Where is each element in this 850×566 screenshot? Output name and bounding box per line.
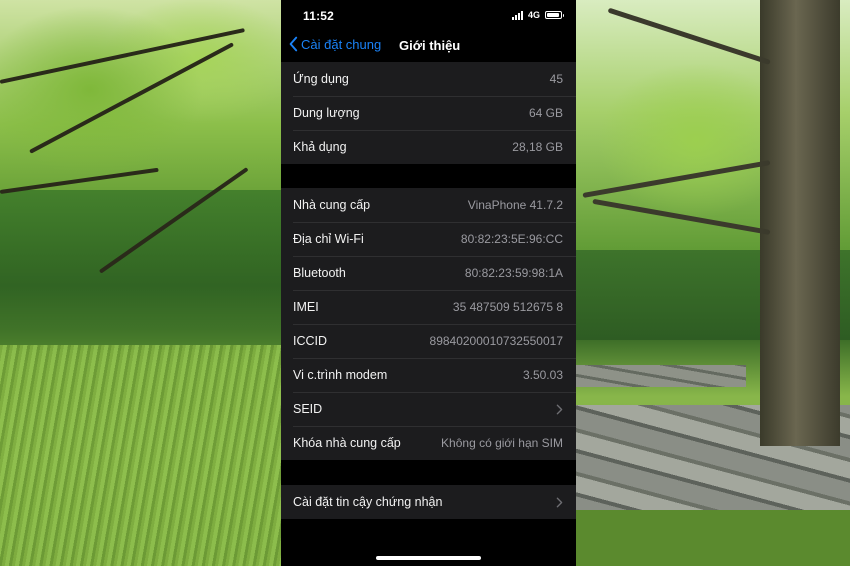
row-seid[interactable]: SEID: [281, 392, 576, 426]
phone-screen: 11:52 4G Cài đặt chung Giới thiệu Ứng dụ…: [281, 0, 576, 566]
settings-group-network: Nhà cung cấp VinaPhone 41.7.2 Địa chỉ Wi…: [281, 188, 576, 460]
background-ground: [576, 510, 850, 566]
row-available: Khả dụng 28,18 GB: [281, 130, 576, 164]
row-value: 28,18 GB: [512, 140, 563, 154]
row-label: Vi c.trình modem: [293, 368, 388, 382]
home-indicator[interactable]: [376, 556, 481, 560]
row-modem-firmware: Vi c.trình modem 3.50.03: [281, 358, 576, 392]
row-capacity: Dung lượng 64 GB: [281, 96, 576, 130]
row-label: Khóa nhà cung cấp: [293, 436, 401, 450]
back-button[interactable]: Cài đặt chung: [287, 36, 381, 52]
background-right-scenery: [576, 0, 850, 566]
battery-icon: [545, 11, 564, 19]
row-value: VinaPhone 41.7.2: [467, 198, 563, 212]
row-value: 45: [549, 72, 563, 86]
row-label: Bluetooth: [293, 266, 346, 280]
settings-group-storage: Ứng dụng 45 Dung lượng 64 GB Khả dụng 28…: [281, 62, 576, 164]
row-carrier-lock: Khóa nhà cung cấp Không có giới hạn SIM: [281, 426, 576, 460]
row-value: 3.50.03: [522, 368, 563, 382]
navigation-bar: Cài đặt chung Giới thiệu: [281, 32, 576, 62]
row-bluetooth: Bluetooth 80:82:23:59:98:1A: [281, 256, 576, 290]
row-value: Không có giới hạn SIM: [441, 436, 563, 450]
row-label: Ứng dụng: [293, 72, 349, 86]
row-apps: Ứng dụng 45: [281, 62, 576, 96]
status-time: 11:52: [303, 9, 335, 23]
row-iccid: ICCID 8984020001073255001​7: [281, 324, 576, 358]
background-grass: [0, 345, 281, 566]
settings-list[interactable]: Ứng dụng 45 Dung lượng 64 GB Khả dụng 28…: [281, 62, 576, 566]
background-left-scenery: [0, 0, 281, 566]
chevron-right-icon: [556, 404, 563, 414]
background-stone-wall-far: [576, 365, 746, 387]
tree-branch: [592, 198, 771, 235]
row-value: 80:82:23:59:98:1A: [464, 266, 563, 280]
row-imei: IMEI 35 487509 512675 8: [281, 290, 576, 324]
tree-branch: [607, 7, 771, 65]
row-value: 80:82:23:5E:96:CC: [460, 232, 563, 246]
status-bar: 11:52 4G: [281, 0, 576, 32]
status-indicators: 4G: [511, 10, 564, 20]
chevron-left-icon: [289, 36, 298, 52]
row-label: Địa chỉ Wi-Fi: [293, 232, 364, 246]
settings-group-certificates: Cài đặt tin cậy chứng nhận: [281, 485, 576, 519]
tree-branch: [582, 160, 771, 198]
row-value: 64 GB: [528, 106, 563, 120]
network-type: 4G: [527, 10, 540, 20]
row-carrier: Nhà cung cấp VinaPhone 41.7.2: [281, 188, 576, 222]
row-value: 8984020001073255001​7: [429, 334, 563, 348]
row-label: IMEI: [293, 300, 319, 314]
back-button-label: Cài đặt chung: [301, 36, 382, 52]
row-label: Cài đặt tin cậy chứng nhận: [293, 495, 443, 509]
row-label: Dung lượng: [293, 106, 360, 120]
row-label: Khả dụng: [293, 140, 347, 154]
row-value: 35 487509 512675 8: [452, 300, 563, 314]
row-wifi-address: Địa chỉ Wi-Fi 80:82:23:5E:96:CC: [281, 222, 576, 256]
page-title: Giới thiệu: [399, 38, 461, 53]
row-label: SEID: [293, 402, 323, 416]
tree-trunk: [760, 0, 840, 446]
row-label: Nhà cung cấp: [293, 198, 371, 212]
row-label: ICCID: [293, 334, 328, 348]
row-certificate-trust-settings[interactable]: Cài đặt tin cậy chứng nhận: [281, 485, 576, 519]
chevron-right-icon: [556, 497, 563, 507]
signal-icon: [511, 10, 523, 20]
tree-branch: [29, 42, 235, 154]
background-trees: [0, 190, 281, 350]
